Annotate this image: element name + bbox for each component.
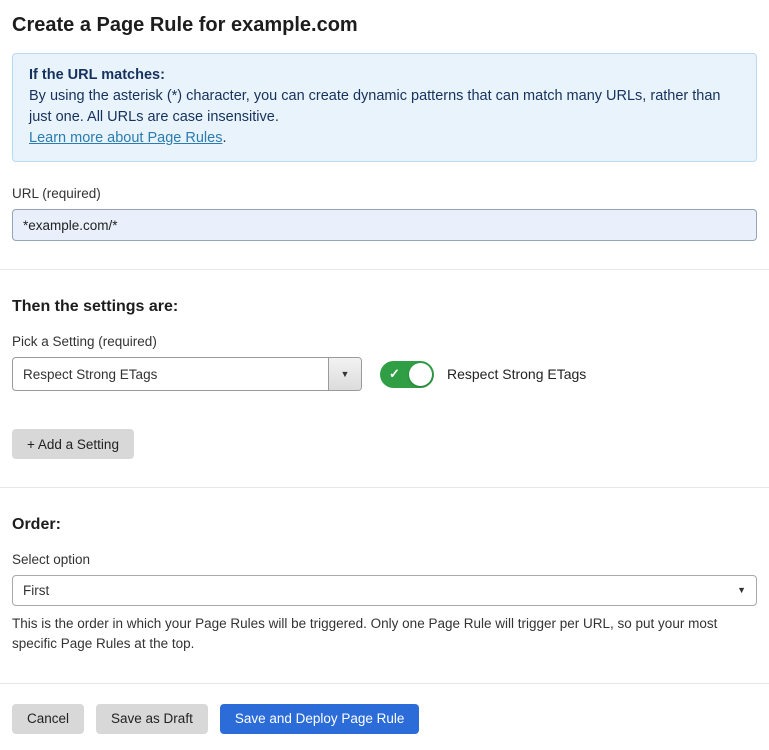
info-box-body: By using the asterisk (*) character, you… xyxy=(29,86,740,128)
order-select[interactable]: First ▼ xyxy=(12,575,757,606)
order-select-label: Select option xyxy=(12,552,757,567)
url-match-info-box: If the URL matches: By using the asteris… xyxy=(12,53,757,162)
settings-section-heading: Then the settings are: xyxy=(12,298,757,316)
divider xyxy=(0,683,769,684)
order-help-text: This is the order in which your Page Rul… xyxy=(12,614,757,655)
setting-select-caret-button[interactable]: ▼ xyxy=(328,358,361,390)
setting-row: Respect Strong ETags ▼ ✓ Respect Strong … xyxy=(12,357,757,391)
page-title: Create a Page Rule for example.com xyxy=(12,14,757,37)
divider xyxy=(0,487,769,488)
order-select-value: First xyxy=(23,583,49,598)
add-setting-button[interactable]: + Add a Setting xyxy=(12,429,134,459)
setting-select[interactable]: Respect Strong ETags ▼ xyxy=(12,357,362,391)
url-input[interactable] xyxy=(12,209,757,241)
link-suffix: . xyxy=(222,130,226,146)
respect-etags-toggle[interactable]: ✓ xyxy=(380,361,434,388)
save-deploy-button[interactable]: Save and Deploy Page Rule xyxy=(220,704,420,734)
info-box-heading: If the URL matches: xyxy=(29,65,740,86)
save-draft-button[interactable]: Save as Draft xyxy=(96,704,208,734)
footer-actions: Cancel Save as Draft Save and Deploy Pag… xyxy=(12,704,757,734)
chevron-down-icon: ▼ xyxy=(737,586,746,595)
toggle-knob xyxy=(409,363,432,386)
pick-setting-label: Pick a Setting (required) xyxy=(12,334,757,349)
url-label: URL (required) xyxy=(12,186,757,201)
learn-more-link[interactable]: Learn more about Page Rules xyxy=(29,130,222,146)
check-icon: ✓ xyxy=(389,366,400,382)
order-section-heading: Order: xyxy=(12,516,757,534)
chevron-down-icon: ▼ xyxy=(341,370,350,379)
info-box-link-line: Learn more about Page Rules. xyxy=(29,128,740,149)
cancel-button[interactable]: Cancel xyxy=(12,704,84,734)
setting-select-value: Respect Strong ETags xyxy=(13,367,157,382)
toggle-label: Respect Strong ETags xyxy=(447,366,586,382)
create-page-rule-form: Create a Page Rule for example.com If th… xyxy=(0,0,769,750)
divider xyxy=(0,269,769,270)
